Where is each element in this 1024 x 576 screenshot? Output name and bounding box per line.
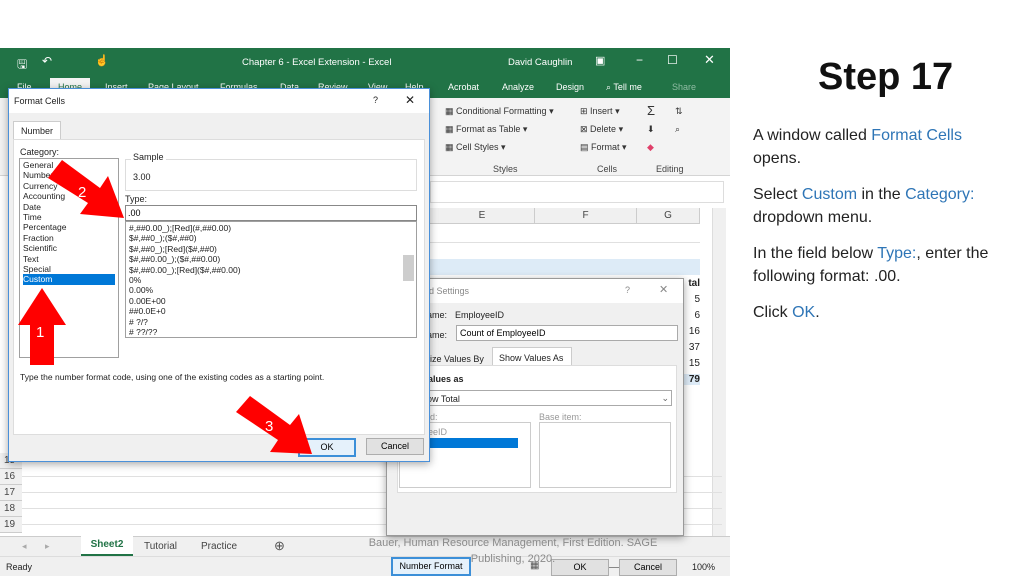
annotation-label-1: 1 [36, 324, 44, 341]
instruction-2: Select Custom in the Category: dropdown … [753, 186, 975, 226]
slide-title: Step 17 [818, 56, 954, 98]
instruction-1: A window called Format Cells opens. [753, 127, 962, 167]
annotation-arrow-3: 3 [236, 396, 312, 454]
annotation-arrow-1: 1 [18, 288, 66, 365]
annotation-layer: 2 1 3 [18, 160, 312, 454]
instruction-3: In the field below Type:, enter the foll… [753, 245, 989, 285]
annotation-arrow-2: 2 [48, 160, 124, 218]
citation: Bauer, Human Resource Management, First … [368, 537, 658, 565]
annotation-label-3: 3 [265, 418, 273, 435]
annotation-label-2: 2 [78, 184, 86, 201]
instruction-4: Click OK. [753, 304, 820, 321]
